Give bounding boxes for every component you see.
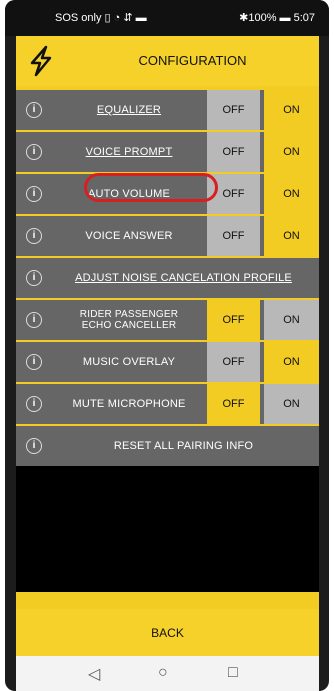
info-icon[interactable]: i	[26, 396, 42, 412]
nav-home-icon[interactable]: ○	[158, 664, 168, 682]
status-bar: SOS only ▯ ◔ ⇵ ▬ ✱100% ▬ 5:07	[5, 0, 329, 36]
setting-row-music-overlay: i MUSIC OVERLAY OFF ON	[16, 342, 319, 382]
off-button[interactable]: OFF	[207, 216, 260, 256]
setting-row-voice-prompt: i VOICE PROMPT OFF ON	[16, 132, 319, 172]
setting-row-noise-cancelation[interactable]: i ADJUST NOISE CANCELATION PROFILE	[16, 258, 319, 298]
off-button[interactable]: OFF	[207, 342, 260, 382]
on-button[interactable]: ON	[264, 300, 319, 340]
info-icon[interactable]: i	[26, 312, 42, 328]
on-button[interactable]: ON	[264, 216, 319, 256]
app-screen: CONFIGURATION i EQUALIZER OFF ON i VOICE…	[16, 36, 319, 656]
back-button[interactable]: BACK	[16, 609, 319, 656]
lightning-bolt-icon[interactable]	[16, 36, 66, 86]
header-bar: CONFIGURATION	[16, 36, 319, 86]
setting-row-reset-pairing[interactable]: i RESET ALL PAIRING INFO	[16, 426, 319, 466]
info-icon[interactable]: i	[26, 144, 42, 160]
setting-row-equalizer: i EQUALIZER OFF ON	[16, 90, 319, 130]
off-button[interactable]: OFF	[207, 90, 260, 130]
info-icon[interactable]: i	[26, 270, 42, 286]
setting-row-voice-answer: i VOICE ANSWER OFF ON	[16, 216, 319, 256]
setting-label[interactable]: ADJUST NOISE CANCELATION PROFILE	[56, 258, 311, 298]
setting-row-mute-microphone: i MUTE MICROPHONE OFF ON	[16, 384, 319, 424]
setting-row-echo-canceller: i RIDER PASSENGER ECHO CANCELLER OFF ON	[16, 300, 319, 340]
setting-label: MUSIC OVERLAY	[82, 356, 176, 368]
info-icon[interactable]: i	[26, 354, 42, 370]
nav-back-icon[interactable]: ◁	[88, 664, 100, 684]
page-title: CONFIGURATION	[138, 53, 247, 68]
nav-recents-icon[interactable]: □	[228, 664, 238, 682]
status-right: ✱100% ▬ 5:07	[239, 12, 315, 24]
on-button[interactable]: ON	[264, 132, 319, 172]
android-nav-bar: ◁ ○ □	[16, 656, 319, 691]
setting-label: AUTO VOLUME	[87, 188, 171, 200]
setting-label[interactable]: EQUALIZER	[54, 90, 204, 130]
setting-label[interactable]: VOICE PROMPT	[54, 132, 204, 172]
setting-label: MUTE MICROPHONE	[72, 398, 186, 410]
off-button[interactable]: OFF	[207, 174, 260, 214]
setting-label: RIDER PASSENGER ECHO CANCELLER	[79, 309, 179, 331]
off-button[interactable]: OFF	[207, 300, 260, 340]
info-icon[interactable]: i	[26, 228, 42, 244]
info-icon[interactable]: i	[26, 102, 42, 118]
off-button[interactable]: OFF	[207, 132, 260, 172]
on-button[interactable]: ON	[264, 174, 319, 214]
on-button[interactable]: ON	[264, 90, 319, 130]
on-button[interactable]: ON	[264, 342, 319, 382]
info-icon[interactable]: i	[26, 186, 42, 202]
status-left: SOS only ▯ ◔ ⇵ ▬	[55, 12, 147, 24]
off-button[interactable]: OFF	[207, 384, 260, 424]
on-button[interactable]: ON	[264, 384, 319, 424]
setting-label: VOICE ANSWER	[85, 230, 173, 242]
setting-row-auto-volume: i AUTO VOLUME OFF ON	[16, 174, 319, 214]
empty-area	[16, 466, 319, 592]
info-icon[interactable]: i	[26, 438, 42, 454]
setting-label[interactable]: RESET ALL PAIRING INFO	[56, 426, 311, 466]
